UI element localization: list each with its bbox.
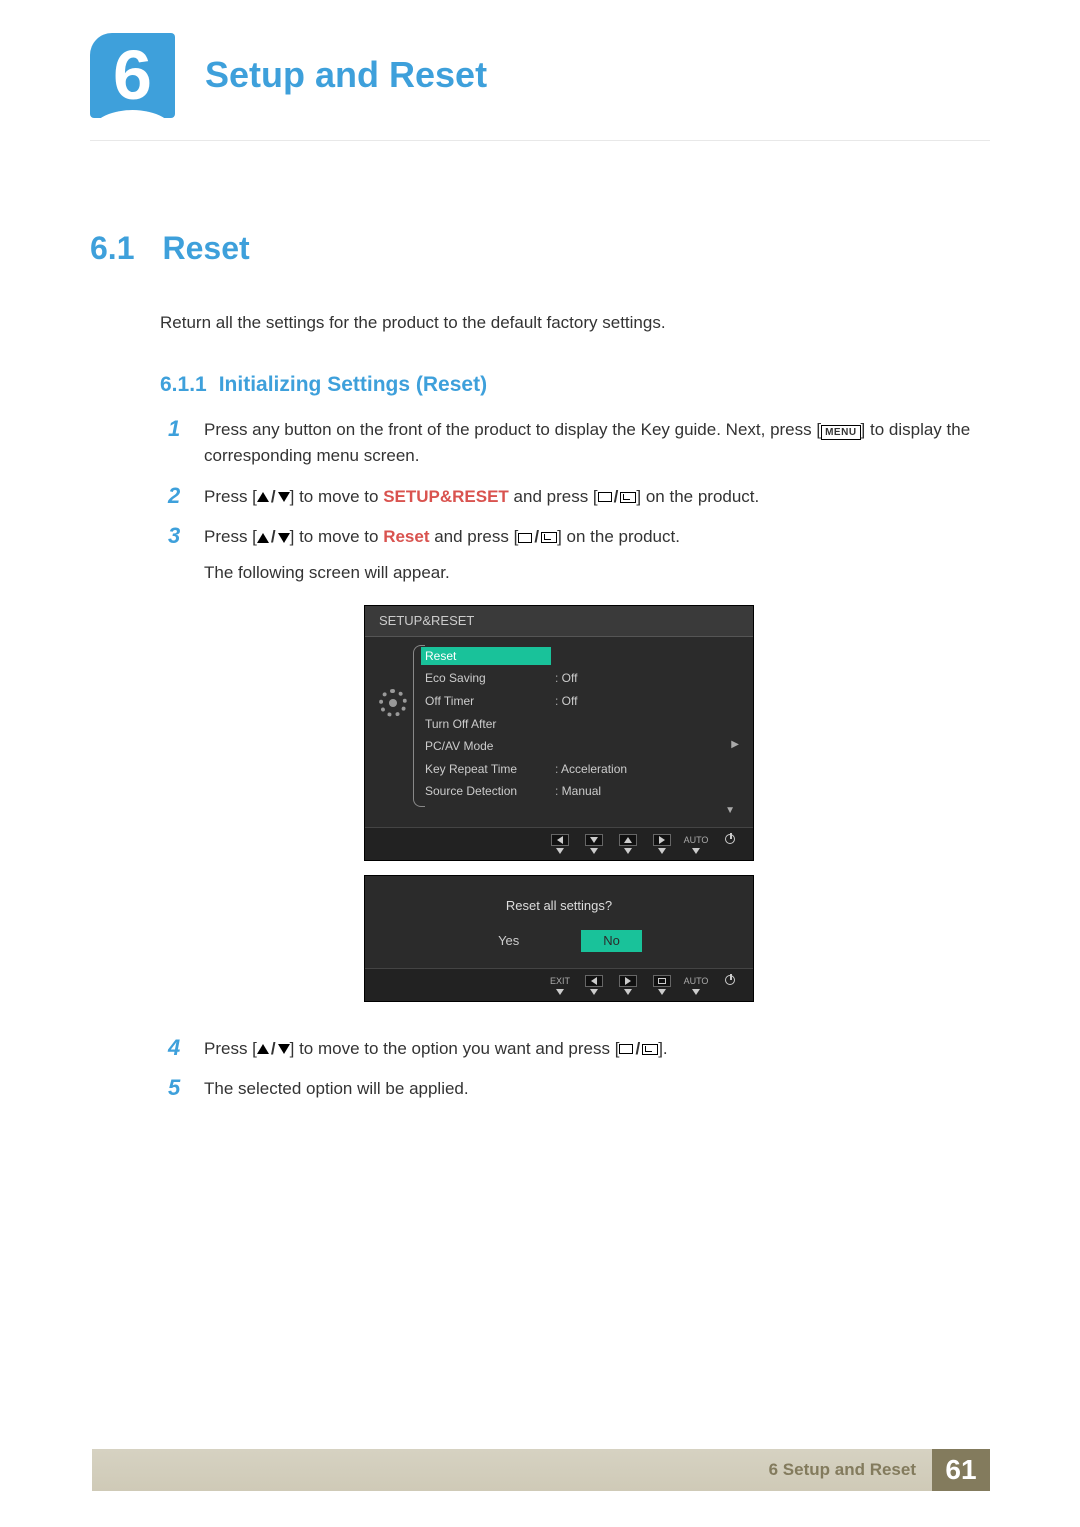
osd-row: Turn Off After xyxy=(425,713,739,736)
down-arrow-icon xyxy=(278,492,290,502)
menu-button-label: MENU xyxy=(821,425,860,440)
reset-link: Reset xyxy=(383,527,429,546)
osd-row: Off TimerOff xyxy=(425,690,739,713)
osd-nav-down xyxy=(581,834,607,854)
enter-icon xyxy=(620,492,636,503)
section-heading: 6.1 Reset xyxy=(90,230,990,267)
source-icon xyxy=(598,492,612,502)
subsection-heading: 6.1.1 Initializing Settings (Reset) xyxy=(160,373,990,397)
osd-row: Key Repeat TimeAcceleration xyxy=(425,758,739,781)
osd-nav-up xyxy=(615,834,641,854)
chapter-number-tab: 6 xyxy=(90,33,175,118)
step-2: 2 Press [/] to move to SETUP&RESET and p… xyxy=(168,484,990,510)
steps-list: 1 Press any button on the front of the p… xyxy=(168,417,990,1102)
chevron-right-icon: ▶ xyxy=(731,737,739,756)
chapter-title: Setup and Reset xyxy=(205,54,487,96)
up-arrow-icon xyxy=(257,533,269,543)
source-icon xyxy=(518,533,532,543)
osd-power-button xyxy=(717,975,743,995)
section-intro: Return all the settings for the product … xyxy=(160,313,990,333)
step-number: 4 xyxy=(168,1036,186,1062)
setup-reset-link: SETUP&RESET xyxy=(383,487,509,506)
section-number: 6.1 xyxy=(90,230,134,266)
source-icon xyxy=(619,1044,633,1054)
osd-nav-right xyxy=(615,975,641,995)
osd-nav-left xyxy=(581,975,607,995)
step-3-note: The following screen will appear. xyxy=(204,560,990,586)
osd-enter-button xyxy=(649,975,675,995)
osd-auto-button: AUTO xyxy=(683,834,709,854)
osd-nav-left xyxy=(547,834,573,854)
step-3: 3 Press [/] to move to Reset and press [… xyxy=(168,524,990,1022)
gear-icon xyxy=(379,689,407,717)
step-number: 1 xyxy=(168,417,186,470)
osd-exit-button: EXIT xyxy=(547,975,573,995)
osd-row: Eco SavingOff xyxy=(425,667,739,690)
page-footer: 6 Setup and Reset 61 xyxy=(90,1449,990,1491)
osd-auto-button: AUTO xyxy=(683,975,709,995)
step-number: 5 xyxy=(168,1076,186,1102)
subsection-title: Initializing Settings (Reset) xyxy=(219,373,487,396)
chapter-number: 6 xyxy=(113,36,152,114)
osd-row: Source DetectionManual xyxy=(425,780,739,803)
section-title: Reset xyxy=(162,230,249,266)
step-4: 4 Press [/] to move to the option you wa… xyxy=(168,1036,990,1062)
osd-row: PC/AV Mode▶ xyxy=(425,735,739,758)
power-icon xyxy=(725,975,735,985)
divider xyxy=(90,140,990,141)
step-5: 5 The selected option will be applied. xyxy=(168,1076,990,1102)
down-arrow-icon xyxy=(278,1044,290,1054)
osd-nav-right xyxy=(649,834,675,854)
enter-icon xyxy=(541,532,557,543)
osd-footer-buttons: EXIT AUTO xyxy=(365,968,753,1001)
confirm-yes-option: Yes xyxy=(476,930,541,952)
osd-setup-reset-menu: SETUP&RESET Reset Eco SavingOff Off Time… xyxy=(364,605,754,861)
power-icon xyxy=(725,834,735,844)
confirm-no-option: No xyxy=(581,930,642,952)
osd-row-reset: Reset xyxy=(425,645,739,668)
step-number: 2 xyxy=(168,484,186,510)
page-number: 61 xyxy=(932,1449,990,1491)
down-arrow-icon xyxy=(278,533,290,543)
osd-title: SETUP&RESET xyxy=(365,606,753,637)
osd-reset-confirm-dialog: Reset all settings? Yes No EXIT xyxy=(364,875,754,1002)
up-arrow-icon xyxy=(257,1044,269,1054)
subsection-number: 6.1.1 xyxy=(160,373,207,396)
step-number: 3 xyxy=(168,524,186,1022)
osd-power-button xyxy=(717,834,743,854)
step-1: 1 Press any button on the front of the p… xyxy=(168,417,990,470)
enter-icon xyxy=(642,1044,658,1055)
bracket-decoration xyxy=(413,645,425,807)
up-arrow-icon xyxy=(257,492,269,502)
osd-footer-buttons: AUTO xyxy=(365,827,753,860)
chevron-down-icon: ▼ xyxy=(425,803,739,819)
footer-chapter-label: 6 Setup and Reset xyxy=(769,1460,916,1480)
confirm-question: Reset all settings? xyxy=(365,896,753,916)
chapter-header: 6 Setup and Reset xyxy=(90,30,990,120)
